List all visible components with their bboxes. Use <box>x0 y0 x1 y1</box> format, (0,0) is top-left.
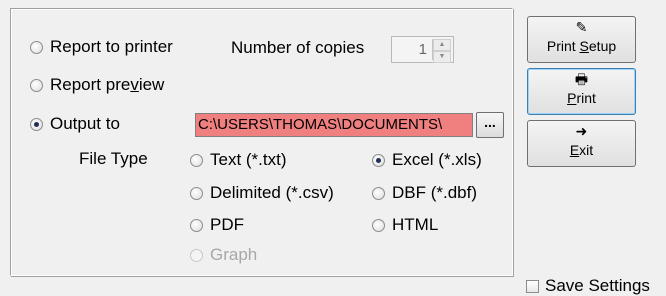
radio-indicator <box>190 186 203 200</box>
radio-filetype-dbf[interactable]: DBF (*.dbf) <box>372 182 477 204</box>
radio-report-preview-label: Report preview <box>50 75 165 94</box>
spin-up-icon[interactable]: ▲ <box>433 39 451 51</box>
printer-icon: 🖶 <box>574 71 589 87</box>
radio-filetype-xls[interactable]: Excel (*.xls) <box>372 149 482 171</box>
radio-indicator <box>372 186 385 200</box>
copies-value: 1 <box>418 41 427 58</box>
radio-filetype-txt-label: Text (*.txt) <box>210 150 287 169</box>
radio-report-preview[interactable]: Report preview <box>30 74 164 96</box>
radio-filetype-xls-label: Excel (*.xls) <box>392 150 482 169</box>
radio-filetype-pdf[interactable]: PDF <box>190 214 244 236</box>
radio-indicator-selected <box>372 153 385 167</box>
radio-filetype-dbf-label: DBF (*.dbf) <box>392 183 478 202</box>
exit-door-icon: ➜ <box>575 123 588 139</box>
file-type-label: File Type <box>79 149 148 168</box>
output-path-value: C:\USERS\THOMAS\DOCUMENTS\ <box>198 116 443 133</box>
radio-indicator <box>190 218 203 232</box>
copies-label: Number of copies <box>231 38 365 57</box>
save-settings-label: Save Settings <box>545 276 650 295</box>
radio-indicator-selected <box>30 117 43 131</box>
radio-indicator <box>372 218 385 232</box>
copies-spin-buttons[interactable]: ▲ ▼ <box>432 39 451 63</box>
print-button[interactable]: 🖶 Print <box>527 68 636 115</box>
radio-filetype-graph: Graph <box>190 244 257 266</box>
output-path-field[interactable]: C:\USERS\THOMAS\DOCUMENTS\ <box>195 113 473 137</box>
radio-indicator <box>30 78 43 92</box>
radio-filetype-pdf-label: PDF <box>210 215 244 234</box>
radio-filetype-html[interactable]: HTML <box>372 214 438 236</box>
print-setup-label: Print Setup <box>546 38 617 54</box>
exit-label: Exit <box>569 142 594 158</box>
save-settings-checkbox[interactable]: Save Settings <box>526 276 650 296</box>
radio-report-to-printer[interactable]: Report to printer <box>30 36 173 58</box>
radio-filetype-csv-label: Delimited (*.csv) <box>210 183 334 202</box>
report-output-dialog: Report to printer Number of copies 1 ▲ ▼… <box>0 0 666 296</box>
exit-button[interactable]: ➜ Exit <box>527 120 636 167</box>
radio-output-to[interactable]: Output to <box>30 113 120 135</box>
radio-indicator-disabled <box>190 248 203 262</box>
radio-filetype-html-label: HTML <box>392 215 439 234</box>
browse-button[interactable]: ... <box>476 112 504 138</box>
radio-indicator <box>30 40 43 54</box>
radio-report-to-printer-label: Report to printer <box>50 37 173 56</box>
radio-output-to-label: Output to <box>50 114 120 133</box>
spin-down-icon[interactable]: ▼ <box>433 51 451 63</box>
print-label: Print <box>567 90 596 106</box>
checkbox-indicator <box>526 279 539 293</box>
radio-filetype-txt[interactable]: Text (*.txt) <box>190 149 287 171</box>
radio-filetype-graph-label: Graph <box>210 245 258 264</box>
radio-filetype-csv[interactable]: Delimited (*.csv) <box>190 182 334 204</box>
print-setup-button[interactable]: ✎ Print Setup <box>527 16 636 63</box>
printer-settings-icon: ✎ <box>575 19 588 35</box>
copies-stepper[interactable]: 1 ▲ ▼ <box>391 36 454 63</box>
radio-indicator <box>190 153 203 167</box>
